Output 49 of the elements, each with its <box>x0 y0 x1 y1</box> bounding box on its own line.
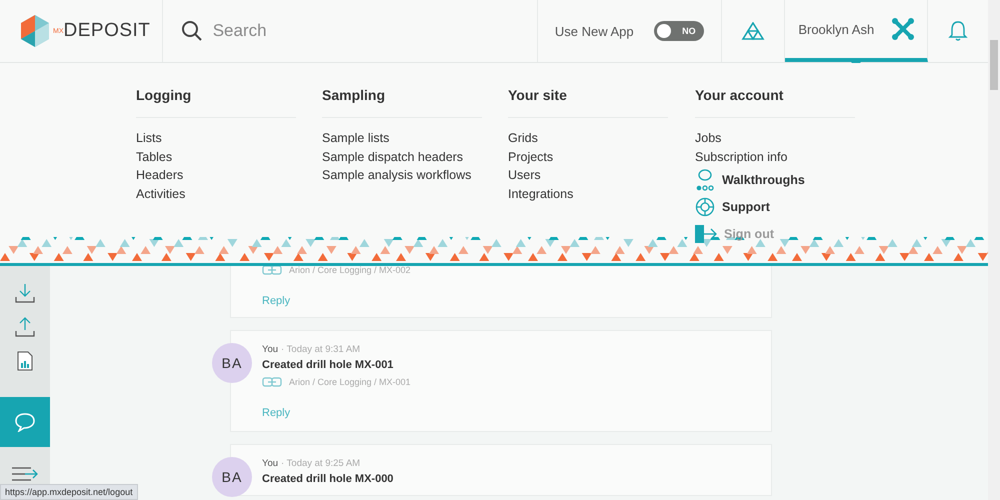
menu-heading: Your site <box>508 87 568 105</box>
speech-bubble-icon <box>14 412 36 432</box>
new-app-label: Use New App <box>554 24 634 38</box>
avatar: BA <box>212 457 252 497</box>
download-icon <box>15 282 35 303</box>
menu-link[interactable]: Subscription info <box>695 148 881 166</box>
search-field[interactable]: Search <box>210 20 415 42</box>
menu-link[interactable]: Grids <box>508 129 695 148</box>
menu-link[interactable]: Support <box>722 198 770 216</box>
menu-heading: Sampling <box>322 87 386 105</box>
upload-icon <box>15 316 35 337</box>
menu-link[interactable]: Activities <box>136 185 322 204</box>
menu-link[interactable]: Headers <box>136 166 322 186</box>
menu-link[interactable]: Sample lists <box>322 129 508 148</box>
bell-icon[interactable] <box>948 20 968 42</box>
speech-bubble-dots-icon <box>695 168 715 191</box>
menu-heading: Your account <box>695 87 784 105</box>
chart-document-icon <box>17 350 33 371</box>
status-url-tooltip: https://app.mxdeposit.net/logout <box>0 484 138 500</box>
menu-link[interactable]: Lists <box>136 129 322 148</box>
menu-link[interactable]: Walkthroughs <box>722 170 805 190</box>
menu-link[interactable]: Tables <box>136 148 322 166</box>
new-app-toggle[interactable]: NO <box>654 21 704 41</box>
avatar: BA <box>212 343 252 383</box>
wrench-cross-icon <box>892 18 914 40</box>
user-name: Brooklyn Ash <box>798 22 874 36</box>
lifebuoy-icon <box>695 196 715 217</box>
author-name: You <box>262 344 278 355</box>
exit-arrow-icon <box>695 224 717 244</box>
activity-title: Created drill hole MX-000 <box>262 473 394 485</box>
cube-logo-icon <box>20 14 50 48</box>
link-icon <box>262 265 282 275</box>
lines-arrow-icon <box>11 466 39 482</box>
menu-link[interactable]: Sample dispatch headers <box>322 148 508 166</box>
menu-link[interactable]: Integrations <box>508 185 695 204</box>
search-icon <box>180 20 203 42</box>
menu-link[interactable]: Jobs <box>695 129 881 148</box>
menu-link[interactable]: Users <box>508 166 695 186</box>
timestamp: · Today at 9:31 AM <box>281 344 360 355</box>
activity-title: Created drill hole MX-001 <box>262 359 394 371</box>
menu-link[interactable]: Sample analysis workflows <box>322 166 508 186</box>
scrollbar[interactable] <box>988 0 1000 500</box>
link-icon <box>262 377 282 387</box>
timestamp: · Today at 9:25 AM <box>281 458 360 469</box>
menu-heading: Logging <box>136 87 192 105</box>
menu-link[interactable]: Projects <box>508 148 695 166</box>
logo-wordmark: DEPOSIT <box>64 20 150 42</box>
author-name: You <box>262 458 278 469</box>
triangles-icon[interactable] <box>740 22 765 40</box>
